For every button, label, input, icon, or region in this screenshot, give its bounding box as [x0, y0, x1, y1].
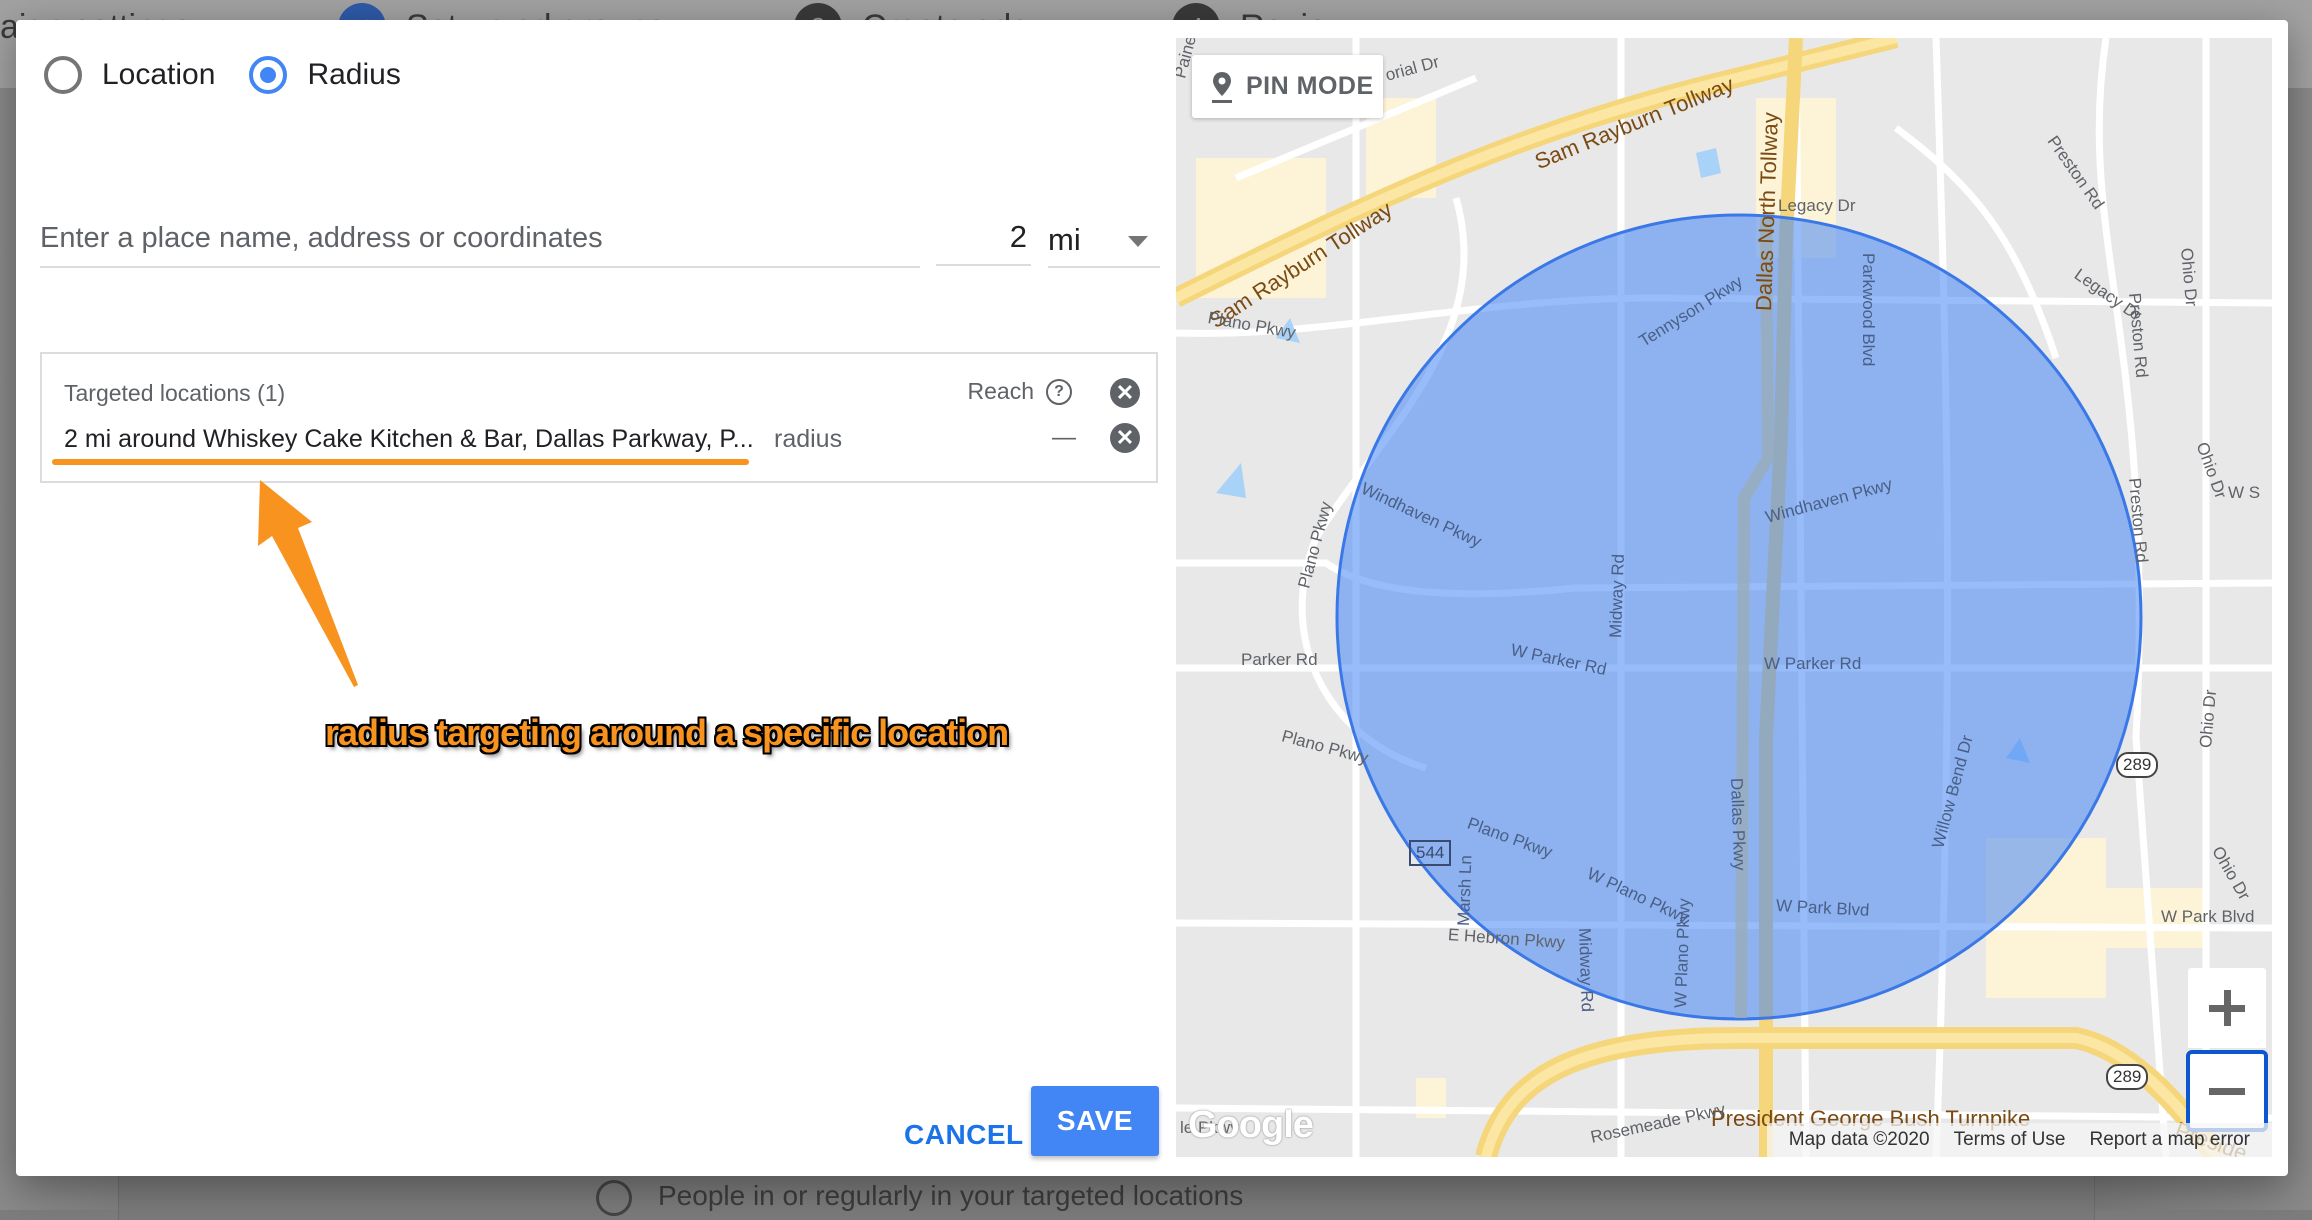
map-label: W Parker Rd — [1764, 654, 1862, 673]
targeted-location-reach: — — [1052, 424, 1076, 451]
map-pin-icon — [1210, 70, 1234, 104]
map-label: Marsh Ln — [1454, 854, 1476, 927]
reach-label: Reach — [967, 378, 1034, 404]
map-label: W S — [2228, 483, 2261, 502]
map-label: Parker Rd — [1241, 650, 1318, 669]
pin-mode-label: PIN MODE — [1246, 72, 1374, 100]
google-logo: Google — [1188, 1104, 1314, 1146]
map-label: Midway Rd — [1606, 553, 1628, 639]
highway-shield-289: 289 — [2106, 1064, 2149, 1090]
map-label: Midway Rd — [1575, 927, 1597, 1013]
highway-shield-289: 289 — [2116, 752, 2159, 778]
bg-radio-label: People in or regularly in your targeted … — [658, 1180, 1244, 1211]
targeted-location-name: 2 mi around Whiskey Cake Kitchen & Bar, … — [64, 425, 754, 453]
targeting-mode-radio-group: Location Radius — [44, 56, 435, 94]
annotation-arrow-shape — [258, 480, 358, 687]
minus-icon — [2209, 1087, 2245, 1095]
targeted-location-type: radius — [774, 425, 843, 453]
map-label: W Plano Pkwy — [1671, 898, 1694, 1009]
place-search-input[interactable] — [40, 210, 920, 268]
remove-all-icon[interactable]: ✕ — [1110, 378, 1140, 408]
reach-header: Reach ? — [968, 378, 1072, 405]
location-targeting-dialog: Location Radius mi Targeted locations (1… — [16, 20, 2288, 1176]
save-button[interactable]: SAVE — [1031, 1086, 1159, 1156]
bg-radio-people-in — [596, 1180, 632, 1216]
remove-location-icon[interactable]: ✕ — [1110, 423, 1140, 453]
targeted-locations-title: Targeted locations (1) — [64, 380, 286, 406]
help-icon[interactable]: ? — [1046, 378, 1072, 405]
radio-location[interactable] — [44, 56, 82, 94]
radius-unit-select[interactable]: mi — [1048, 210, 1160, 268]
radius-value-input[interactable] — [936, 210, 1031, 266]
map-data-attribution: Map data ©2020 — [1788, 1129, 1930, 1150]
plus-icon-bar — [2223, 990, 2231, 1026]
radio-radius[interactable] — [249, 56, 288, 94]
map-footer: Map data ©2020 Terms of Use Report a map… — [1766, 1123, 2272, 1157]
map-view[interactable]: Paine orial Dr Sam Rayburn Tollway Sam R… — [1176, 38, 2272, 1157]
pin-mode-button[interactable]: PIN MODE — [1192, 55, 1383, 118]
radio-radius-label[interactable]: Radius — [307, 58, 400, 92]
annotation-text: radius targeting around a specific locat… — [325, 712, 1009, 753]
map-roads-layer — [1176, 38, 2272, 1157]
map-label: W Park Blvd — [2161, 907, 2255, 926]
cancel-button[interactable]: CANCEL — [886, 1105, 1042, 1165]
dropdown-arrow-icon — [1128, 236, 1148, 247]
report-map-error-link[interactable]: Report a map error — [2089, 1129, 2250, 1151]
annotation-underline — [52, 459, 749, 465]
map-label: Dallas Pkwy — [1727, 777, 1750, 871]
map-label: Parkwood Blvd — [1859, 253, 1878, 367]
zoom-in-button[interactable] — [2188, 968, 2266, 1048]
highway-shield-544: 544 — [1409, 840, 1452, 866]
zoom-out-button[interactable] — [2186, 1050, 2268, 1132]
terms-of-use-link[interactable]: Terms of Use — [1954, 1129, 2066, 1151]
radius-unit-value: mi — [1048, 222, 1081, 257]
radio-location-label[interactable]: Location — [102, 58, 215, 92]
map-label: Legacy Dr — [1778, 196, 1856, 215]
